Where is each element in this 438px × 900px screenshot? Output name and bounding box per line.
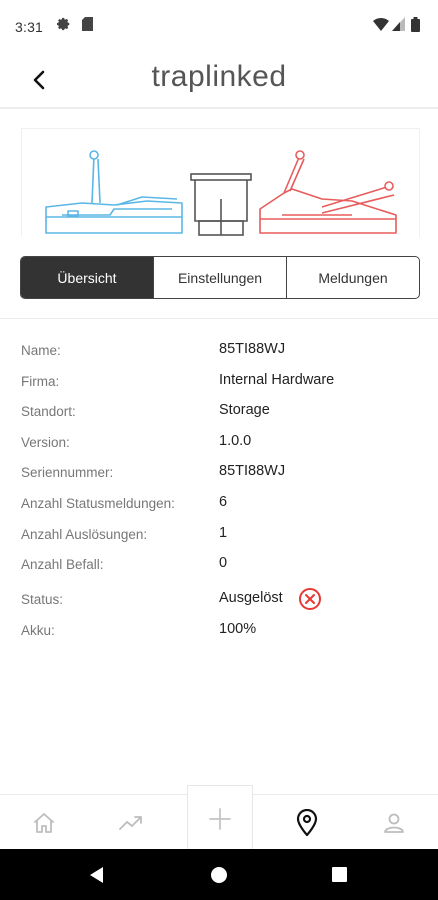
brand-logo: traplinked <box>151 60 287 93</box>
detail-row-standort: Standort: Storage <box>21 398 421 429</box>
header-divider <box>0 107 438 109</box>
detail-label: Anzahl Befall: <box>21 557 104 573</box>
detail-value: 1.0.0 <box>219 432 252 449</box>
detail-row-ausloesungen: Anzahl Auslösungen: 1 <box>21 521 421 552</box>
detail-row-statusmeldungen: Anzahl Statusmeldungen: 6 <box>21 490 421 521</box>
detail-label: Standort: <box>21 404 76 420</box>
detail-label: Anzahl Statusmeldungen: <box>21 495 175 511</box>
detail-row-firma: Firma: Internal Hardware <box>21 368 421 399</box>
trap-triggered-drawing <box>259 150 397 234</box>
add-icon[interactable] <box>187 785 253 851</box>
detail-value: 1 <box>219 524 228 541</box>
status-time: 3:31 <box>15 19 44 35</box>
system-navigation-bar <box>0 849 438 900</box>
detail-label: Status: <box>21 591 64 607</box>
bottom-navigation <box>0 785 438 851</box>
app-header: traplinked <box>0 52 438 108</box>
detail-value: 85TI88WJ <box>219 463 286 480</box>
system-recents-icon[interactable] <box>327 862 353 888</box>
detail-label: Name: <box>21 343 61 358</box>
tab-einstellungen[interactable]: Einstellungen <box>153 257 286 298</box>
detail-value: Storage <box>219 402 270 419</box>
location-pin-icon[interactable] <box>277 795 337 850</box>
status-bar: 3:31 <box>0 0 438 52</box>
detail-row-befall: Anzahl Befall: 0 <box>21 551 421 582</box>
detail-row-status: Status: Ausgelöst <box>21 582 421 617</box>
detail-label: Akku: <box>21 622 55 638</box>
trap-open-drawing <box>45 150 183 234</box>
tab-meldungen[interactable]: Meldungen <box>286 257 419 298</box>
error-x-icon <box>298 587 322 611</box>
battery-icon <box>411 17 420 37</box>
segment-tabs: Übersicht Einstellungen Meldungen <box>20 256 420 299</box>
detail-row-akku: Akku: 100% <box>21 617 421 648</box>
device-details: Name: 85TI88WJ Firma: Internal Hardware … <box>21 337 421 647</box>
detail-value: Internal Hardware <box>219 371 335 388</box>
system-back-icon[interactable] <box>84 862 110 888</box>
wifi-icon <box>373 17 389 36</box>
detail-label: Anzahl Auslösungen: <box>21 526 148 542</box>
home-icon[interactable] <box>14 795 74 850</box>
detail-label: Firma: <box>21 373 60 389</box>
gear-icon <box>57 17 71 36</box>
trending-icon[interactable] <box>101 795 161 850</box>
section-divider <box>0 318 438 319</box>
detail-value: 6 <box>219 493 228 510</box>
status-value: Ausgelöst <box>219 589 283 606</box>
detail-value: 85TI88WJ <box>219 341 286 357</box>
trap-illustration <box>21 128 420 237</box>
detail-row-seriennummer: Seriennummer: 85TI88WJ <box>21 459 421 490</box>
detail-value: 100% <box>219 620 257 637</box>
detail-value: 0 <box>219 555 228 572</box>
tab-uebersicht[interactable]: Übersicht <box>21 257 153 298</box>
profile-icon[interactable] <box>364 795 424 850</box>
detail-row-version: Version: 1.0.0 <box>21 429 421 460</box>
sd-card-icon <box>82 17 93 36</box>
signal-icon <box>392 17 405 36</box>
detail-row-name: Name: 85TI88WJ <box>21 337 421 368</box>
detail-label: Seriennummer: <box>21 465 114 481</box>
detail-label: Version: <box>21 434 70 450</box>
trap-housing-drawing <box>190 173 252 236</box>
system-home-icon[interactable] <box>206 862 232 888</box>
